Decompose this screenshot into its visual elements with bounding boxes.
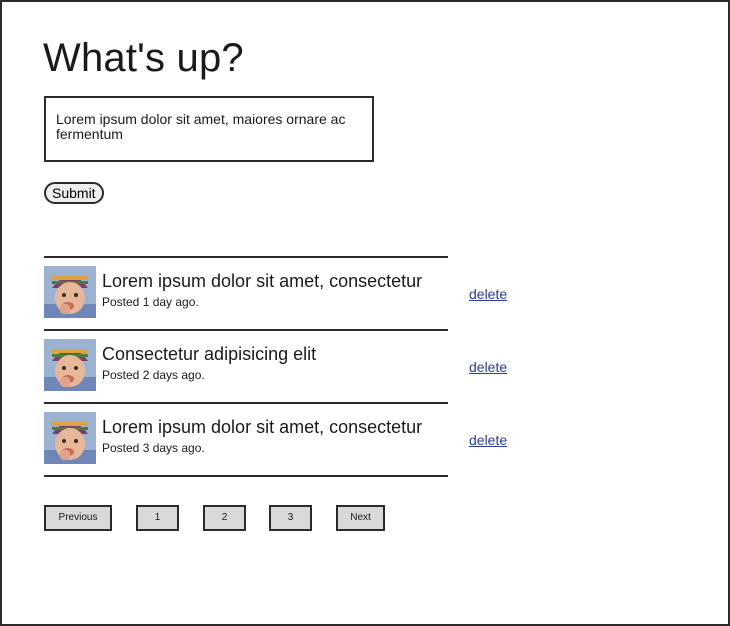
post-timestamp: Posted 1 day ago.: [102, 295, 199, 309]
baby-avatar-icon: [44, 412, 96, 464]
delete-link[interactable]: delete: [469, 432, 507, 448]
post-timestamp: Posted 2 days ago.: [102, 368, 205, 382]
previous-button[interactable]: Previous: [44, 505, 112, 531]
post-item: Consectetur adipisicing elit Posted 2 da…: [44, 331, 507, 404]
page-1-button[interactable]: 1: [136, 505, 179, 531]
avatar: [44, 266, 96, 318]
post-content: Consectetur adipisicing elit Posted 2 da…: [102, 343, 316, 383]
post-title: Lorem ipsum dolor sit amet, consectetur: [102, 417, 423, 437]
page-2-button[interactable]: 2: [203, 505, 246, 531]
post-title: Consectetur adipisicing elit: [102, 344, 317, 364]
post-timestamp: Posted 3 days ago.: [102, 441, 205, 455]
post-feed: Lorem ipsum dolor sit amet, consectetur …: [44, 256, 507, 477]
post-item: Lorem ipsum dolor sit amet, consectetur …: [44, 404, 507, 477]
status-input-text: Lorem ipsum dolor sit amet, maiores orna…: [56, 111, 346, 142]
page-title: What's up?: [43, 36, 244, 80]
post-content: Lorem ipsum dolor sit amet, consectetur …: [102, 270, 422, 310]
baby-avatar-icon: [44, 339, 96, 391]
app-frame: What's up? Lorem ipsum dolor sit amet, m…: [0, 0, 730, 626]
baby-avatar-icon: [44, 266, 96, 318]
avatar: [44, 339, 96, 391]
post-title: Lorem ipsum dolor sit amet, consectetur: [102, 271, 423, 291]
delete-link[interactable]: delete: [469, 286, 507, 302]
submit-button[interactable]: Submit: [44, 182, 104, 204]
page-3-button[interactable]: 3: [269, 505, 312, 531]
post-item: Lorem ipsum dolor sit amet, consectetur …: [44, 258, 507, 331]
status-input[interactable]: Lorem ipsum dolor sit amet, maiores orna…: [44, 96, 374, 162]
delete-link[interactable]: delete: [469, 359, 507, 375]
next-button[interactable]: Next: [336, 505, 385, 531]
avatar: [44, 412, 96, 464]
post-content: Lorem ipsum dolor sit amet, consectetur …: [102, 416, 422, 456]
